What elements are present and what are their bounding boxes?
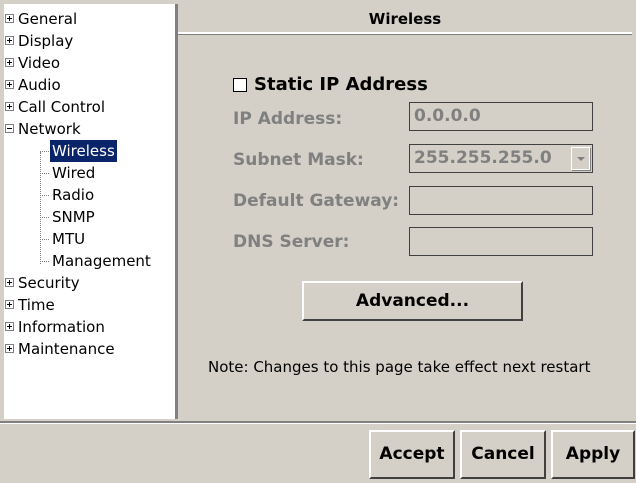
tree-label: Maintenance — [18, 340, 115, 358]
accept-button[interactable]: Accept — [369, 430, 455, 479]
default-gateway-field — [409, 186, 593, 215]
subnet-mask-label: Subnet Mask: — [233, 150, 364, 170]
settings-tree: General Display Video Audio Call Control… — [4, 4, 177, 419]
collapse-icon[interactable] — [5, 124, 14, 133]
tree-label: General — [18, 10, 78, 28]
tree-label: Network — [18, 120, 81, 138]
tree-label: MTU — [52, 230, 86, 248]
expand-icon[interactable] — [5, 344, 14, 353]
static-ip-label[interactable]: Static IP Address — [254, 74, 428, 95]
tree-label: Time — [18, 296, 55, 314]
tree-label: Wireless — [49, 139, 118, 163]
tree-label: Radio — [52, 186, 95, 204]
tree-connector-line — [40, 152, 41, 264]
cancel-button[interactable]: Cancel — [460, 430, 546, 479]
panel-divider — [177, 4, 178, 419]
expand-icon[interactable] — [5, 14, 14, 23]
tree-label: Management — [52, 252, 151, 270]
tree-label: Wired — [52, 164, 96, 182]
expand-icon[interactable] — [5, 300, 14, 309]
dns-server-field — [409, 227, 593, 256]
apply-button[interactable]: Apply — [551, 430, 635, 479]
chevron-down-icon — [571, 147, 590, 170]
expand-icon[interactable] — [5, 278, 14, 287]
ip-address-label: IP Address: — [233, 109, 343, 129]
tree-label: Audio — [18, 76, 61, 94]
ip-address-value: 0.0.0.0 — [414, 106, 481, 126]
page-title: Wireless — [178, 4, 632, 34]
tree-label: SNMP — [52, 208, 95, 226]
tree-label: Video — [18, 54, 61, 72]
tree-label: Security — [18, 274, 80, 292]
default-gateway-label: Default Gateway: — [233, 191, 400, 211]
expand-icon[interactable] — [5, 102, 14, 111]
static-ip-checkbox[interactable] — [233, 78, 247, 92]
expand-icon[interactable] — [5, 58, 14, 67]
expand-icon[interactable] — [5, 322, 14, 331]
expand-icon[interactable] — [5, 80, 14, 89]
subnet-mask-dropdown: 255.255.255.0 — [409, 144, 593, 173]
restart-note: Note: Changes to this page take effect n… — [208, 358, 591, 376]
tree-label: Display — [18, 32, 74, 50]
subnet-mask-value: 255.255.255.0 — [414, 148, 552, 168]
expand-icon[interactable] — [5, 36, 14, 45]
advanced-button[interactable]: Advanced... — [302, 281, 523, 321]
tree-label: Information — [18, 318, 105, 336]
dns-server-label: DNS Server: — [233, 232, 350, 252]
ip-address-field: 0.0.0.0 — [409, 102, 593, 131]
tree-label: Call Control — [18, 98, 105, 116]
